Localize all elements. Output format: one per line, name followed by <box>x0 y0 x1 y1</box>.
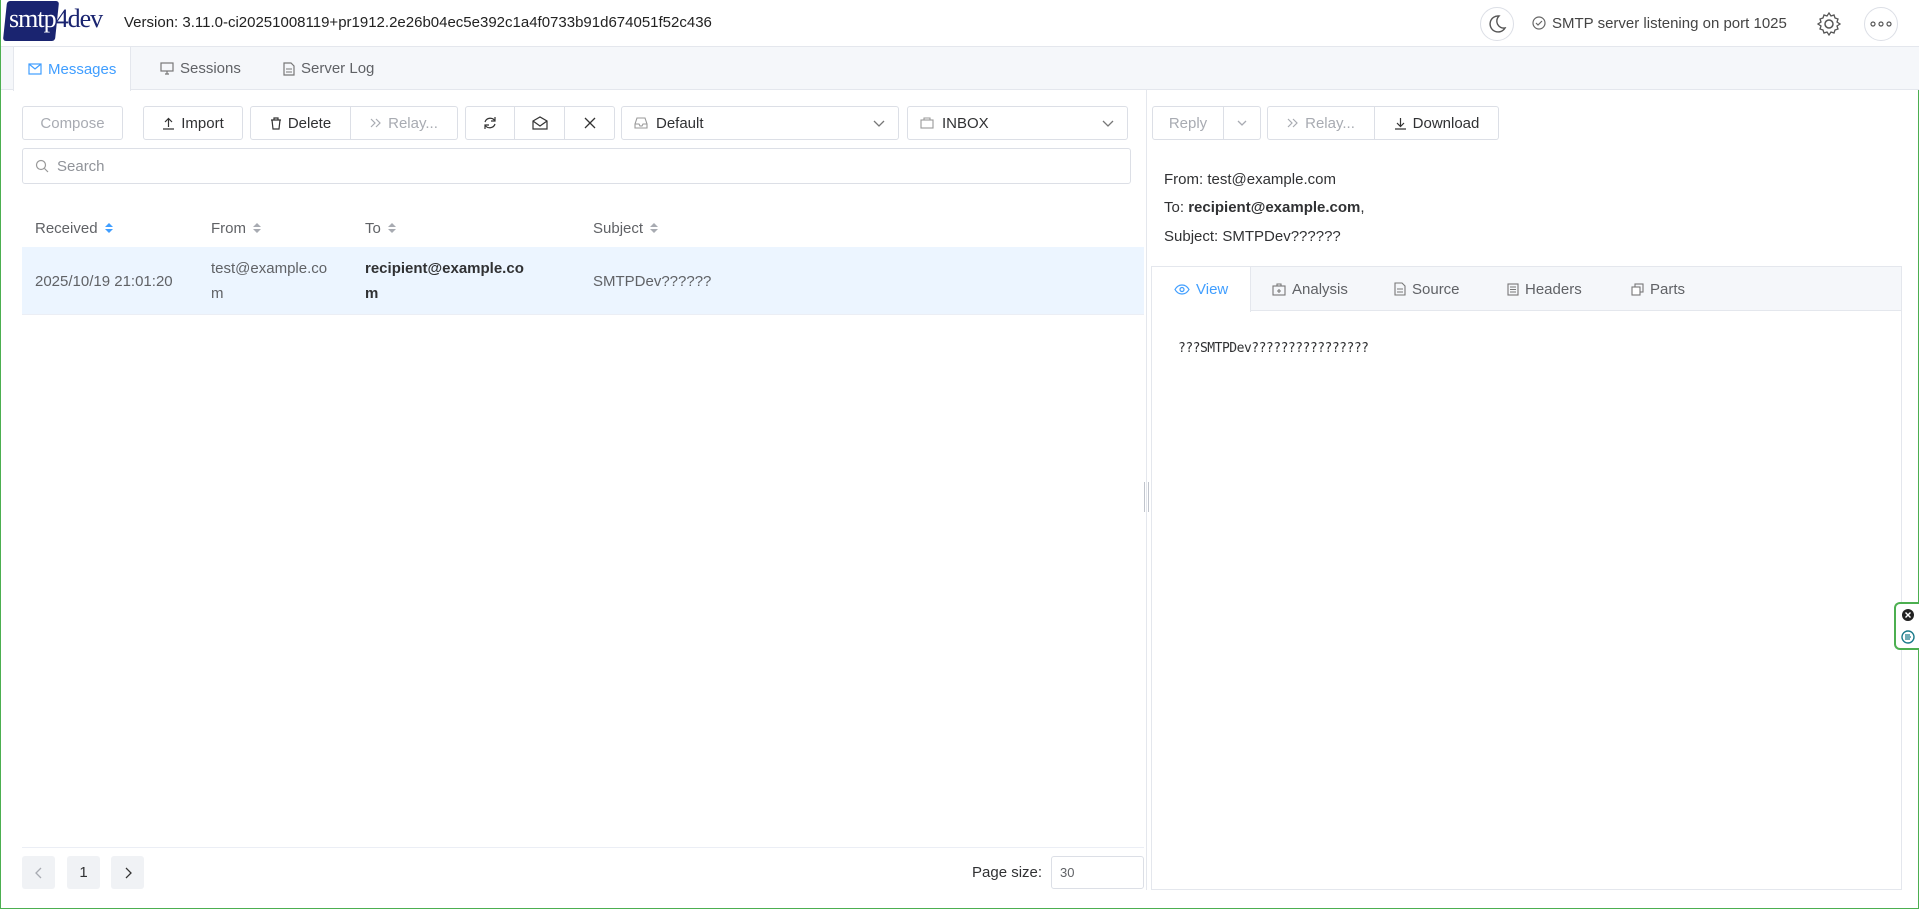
relay-message-button[interactable]: Relay... <box>1267 106 1375 140</box>
app-frame: smtp4dev Version: 3.11.0-ci20251008119+p… <box>0 0 1919 909</box>
tab-server-log[interactable]: Server Log <box>269 47 388 90</box>
message-from: From: test@example.com <box>1164 171 1336 188</box>
double-chevron-right-icon <box>1287 118 1299 128</box>
page-number-1[interactable]: 1 <box>67 856 100 889</box>
message-subject: Subject: SMTPDev?????? <box>1164 228 1341 245</box>
resize-handle[interactable] <box>1144 482 1149 512</box>
tab-analysis[interactable]: Analysis <box>1250 267 1370 311</box>
dark-mode-button[interactable] <box>1480 7 1514 41</box>
sort-icon <box>252 221 262 235</box>
refresh-icon <box>483 116 497 130</box>
table-row[interactable]: 2025/10/19 21:01:20 test@example.co m rec… <box>22 247 1144 315</box>
next-page-button[interactable] <box>111 856 144 889</box>
column-received[interactable]: Received <box>35 208 114 248</box>
main-tabs: Messages Sessions Server Log <box>1 47 1919 91</box>
server-status: SMTP server listening on port 1025 <box>1532 15 1787 32</box>
upload-icon <box>162 117 175 130</box>
import-button[interactable]: Import <box>143 106 243 140</box>
side-widget[interactable] <box>1894 602 1919 650</box>
prev-page-button[interactable] <box>22 856 55 889</box>
search-box <box>22 148 1131 184</box>
monitor-icon <box>160 62 174 75</box>
cell-received: 2025/10/19 21:01:20 <box>35 272 173 290</box>
server-status-text: SMTP server listening on port 1025 <box>1552 15 1787 32</box>
mail-icon <box>28 63 42 75</box>
cell-from: test@example.co m <box>211 260 328 302</box>
message-body: ???SMTPDev???????????????? <box>1178 341 1369 356</box>
sort-icon <box>387 221 397 235</box>
chevron-down-icon <box>872 116 886 130</box>
more-button[interactable] <box>1864 7 1898 41</box>
tab-parts[interactable]: Parts <box>1609 267 1707 311</box>
chevron-left-icon <box>34 867 44 879</box>
document-icon <box>283 61 295 76</box>
more-dots-icon <box>1870 21 1892 27</box>
chevron-down-icon <box>1236 117 1248 129</box>
gear-icon <box>1816 11 1842 37</box>
tab-sessions[interactable]: Sessions <box>146 47 255 90</box>
file-text-icon <box>1394 282 1406 296</box>
folder-icon <box>920 117 934 129</box>
delete-button[interactable]: Delete <box>250 106 351 140</box>
chevron-right-icon <box>123 867 133 879</box>
search-input[interactable] <box>57 157 1057 175</box>
folder-select[interactable]: INBOX <box>907 106 1128 140</box>
list-icon <box>1507 282 1519 296</box>
moon-icon <box>1487 14 1507 34</box>
mailbox-select[interactable]: Default <box>621 106 899 140</box>
search-icon <box>35 159 49 173</box>
reply-button[interactable]: Reply <box>1152 106 1224 140</box>
refresh-button[interactable] <box>465 106 515 140</box>
eye-icon <box>1174 284 1190 295</box>
chevron-down-icon <box>1101 116 1115 130</box>
message-to: To: recipient@example.com, <box>1164 199 1365 216</box>
mark-all-read-button[interactable] <box>515 106 565 140</box>
inbox-icon <box>634 117 648 129</box>
tab-source[interactable]: Source <box>1372 267 1482 311</box>
download-button[interactable]: Download <box>1375 106 1499 140</box>
trash-icon <box>270 116 282 130</box>
cell-to: recipient@example.co m <box>365 260 524 302</box>
tab-view[interactable]: View <box>1152 267 1252 312</box>
medkit-icon <box>1272 282 1286 296</box>
close-icon <box>584 117 596 129</box>
cell-subject: SMTPDev?????? <box>593 272 712 290</box>
viewer-tabs: View Analysis Source Headers Parts <box>1152 267 1901 312</box>
settings-button[interactable] <box>1812 7 1846 41</box>
sort-active-icon <box>104 221 114 235</box>
reply-dropdown-button[interactable] <box>1224 106 1261 140</box>
version-label: Version: 3.11.0-ci20251008119+pr1912.2e2… <box>124 14 712 31</box>
column-subject[interactable]: Subject <box>593 208 659 248</box>
compose-button[interactable]: Compose <box>22 106 123 140</box>
app-header: smtp4dev Version: 3.11.0-ci20251008119+p… <box>1 0 1919 47</box>
copy-icon <box>1631 282 1644 296</box>
page-size-input[interactable]: 30 <box>1051 856 1144 889</box>
widget-logo-icon[interactable] <box>1901 630 1915 644</box>
column-to[interactable]: To <box>365 208 397 248</box>
clear-button[interactable] <box>565 106 615 140</box>
sort-icon <box>649 221 659 235</box>
message-viewer: View Analysis Source Headers Parts ???SM… <box>1151 266 1902 890</box>
open-envelope-icon <box>531 116 548 130</box>
double-chevron-right-icon <box>370 118 382 128</box>
download-icon <box>1394 117 1407 130</box>
page-size-label: Page size: <box>972 864 1043 881</box>
pager-divider <box>22 847 1144 848</box>
relay-button[interactable]: Relay... <box>351 106 458 140</box>
column-from[interactable]: From <box>211 208 262 248</box>
messages-table-header: Received From To Subject <box>22 208 1144 248</box>
tab-messages[interactable]: Messages <box>13 47 132 91</box>
check-circle-icon <box>1532 16 1546 30</box>
app-logo: smtp4dev <box>2 1 113 41</box>
tab-headers[interactable]: Headers <box>1485 267 1604 311</box>
close-circle-icon[interactable] <box>1901 608 1915 622</box>
